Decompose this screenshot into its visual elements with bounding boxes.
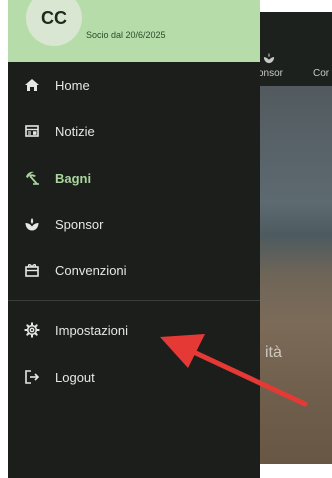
menu-item-label: Logout <box>55 369 95 385</box>
menu-item-label: Notizie <box>55 123 95 139</box>
menu-item-home[interactable]: Home <box>8 65 260 105</box>
logout-icon <box>24 369 40 385</box>
news-icon <box>24 123 40 139</box>
menu-item-convenzioni[interactable]: Convenzioni <box>8 250 260 290</box>
drawer-header: CC Socio dal 20/6/2025 <box>8 0 260 62</box>
tab-sponsor[interactable]: onsor <box>258 68 283 79</box>
avatar[interactable]: CC <box>26 0 82 46</box>
menu-item-label: Home <box>55 77 90 93</box>
gift-icon <box>24 262 40 278</box>
menu-divider <box>8 300 260 301</box>
sponsor-icon <box>24 216 40 232</box>
avatar-initials: CC <box>41 7 67 28</box>
menu-item-logout[interactable]: Logout <box>8 357 260 397</box>
menu-item-label: Sponsor <box>55 216 104 232</box>
menu-item-label: Bagni <box>55 170 92 186</box>
navigation-drawer: CC Socio dal 20/6/2025 Home Notizie Bagn… <box>8 0 260 478</box>
photo-caption: ità <box>265 344 282 361</box>
menu-item-bagni[interactable]: Bagni <box>8 158 260 198</box>
member-since-label: Socio dal 20/6/2025 <box>86 30 166 40</box>
menu-item-sponsor[interactable]: Sponsor <box>8 204 260 244</box>
gear-icon <box>24 322 40 338</box>
menu-item-label: Impostazioni <box>55 322 128 338</box>
menu-item-notizie[interactable]: Notizie <box>8 111 260 151</box>
home-icon <box>24 77 40 93</box>
menu-item-label: Convenzioni <box>55 262 127 278</box>
beach-umbrella-icon <box>24 170 40 186</box>
tab-convenzioni[interactable]: Cor <box>313 68 329 79</box>
sponsor-tab-icon <box>263 52 275 64</box>
menu-item-impostazioni[interactable]: Impostazioni <box>8 310 260 350</box>
